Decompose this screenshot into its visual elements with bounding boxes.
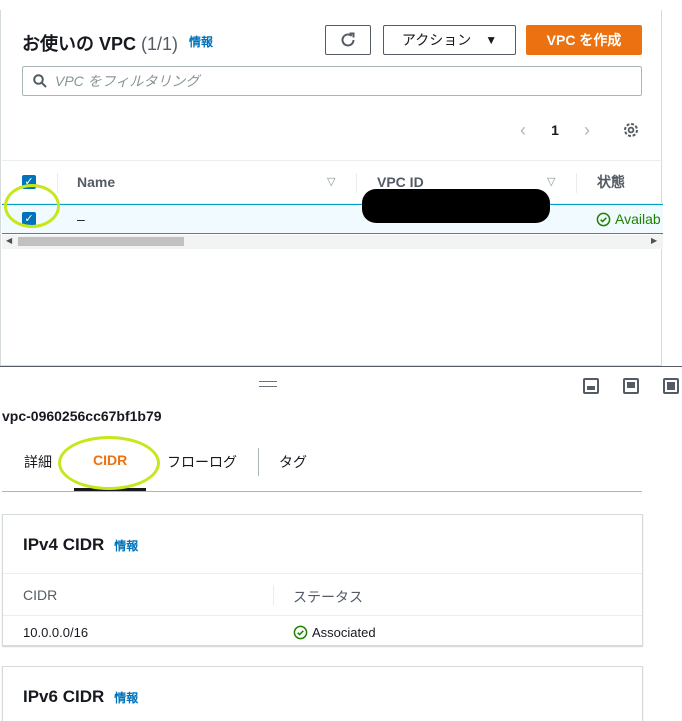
search-input[interactable] [55,73,615,89]
ipv4-status: Associated [293,625,376,640]
split-divider[interactable] [0,366,682,367]
panel-bottom-icon[interactable] [583,378,599,394]
search-box [22,66,642,96]
panel-full-icon[interactable] [663,378,679,394]
scroll-right-icon[interactable]: ▶ [651,236,657,245]
ipv6-title-text: IPv6 CIDR [23,687,105,706]
scrollbar-thumb[interactable] [18,237,184,246]
column-separator [273,585,274,605]
page-number[interactable]: 1 [543,122,567,138]
tab-flow-logs[interactable]: フローログ [167,452,237,472]
create-vpc-button[interactable]: VPC を作成 [526,25,642,55]
refresh-icon [341,32,355,47]
tab-tags[interactable]: タグ [279,452,307,472]
tab-details[interactable]: 詳細 [24,452,52,472]
sort-icon[interactable]: ▽ [327,175,335,188]
ipv6-title: IPv6 CIDR 情報 [23,687,138,707]
column-header-cidr: CIDR [23,587,58,603]
ipv6-info-link[interactable]: 情報 [114,691,138,705]
check-circle-icon [293,625,308,640]
info-link[interactable]: 情報 [189,33,213,50]
refresh-button[interactable] [325,25,371,55]
chevron-right-icon[interactable]: › [575,120,599,141]
horizontal-scrollbar[interactable]: ◀ ▶ [2,235,663,249]
row-name: – [77,211,85,227]
ipv4-info-link[interactable]: 情報 [114,539,138,553]
ipv4-cidr-card: IPv4 CIDR 情報 CIDR ステータス 10.0.0.0/16 Assoc… [2,514,643,646]
column-header-status: ステータス [293,589,363,605]
vpc-list-panel: お使いの VPC (1/1) 情報 アクション ▼ VPC を作成 ‹ 1 › … [0,10,663,366]
drag-handle-icon[interactable] [259,381,277,387]
tab-separator [258,448,259,476]
table-header: ✓ Name ▽ VPC ID ▽ 状態 [2,160,663,204]
column-separator [57,173,58,193]
top-bg [0,0,682,10]
column-separator [576,173,577,193]
actions-dropdown[interactable]: アクション ▼ [383,25,516,55]
row-state-text: Availab [615,211,661,227]
check-circle-icon [596,212,611,226]
table-row[interactable]: ✓ – Availab [2,204,663,234]
gear-icon[interactable] [621,120,641,140]
row-state: Availab [596,211,661,227]
highlight-circle [58,436,160,490]
scroll-left-icon[interactable]: ◀ [6,236,12,245]
panel-side-icon[interactable] [623,378,639,394]
column-header-name[interactable]: Name [77,161,115,203]
title-text: お使いの VPC [22,34,137,54]
vpc-count: (1/1) [141,34,179,54]
ipv4-title-text: IPv4 CIDR [23,535,105,554]
ipv4-cidr-value: 10.0.0.0/16 [23,625,89,640]
sort-icon[interactable]: ▽ [547,175,555,188]
highlight-circle [4,184,60,228]
actions-label: アクション [401,32,472,48]
column-separator [356,173,357,193]
chevron-left-icon[interactable]: ‹ [511,120,535,141]
ipv4-status-text: Associated [312,625,376,640]
search-icon [33,74,47,88]
ipv4-table-header: CIDR ステータス [3,573,642,616]
column-header-state[interactable]: 状態 [597,161,625,203]
page-title: お使いの VPC (1/1) [22,30,178,56]
detail-vpc-id: vpc-0960256cc67bf1b79 [2,408,162,424]
redaction-mark [362,189,550,223]
caret-down-icon: ▼ [485,33,498,47]
ipv4-title: IPv4 CIDR 情報 [23,535,138,555]
ipv6-cidr-card: IPv6 CIDR 情報 [2,666,643,721]
